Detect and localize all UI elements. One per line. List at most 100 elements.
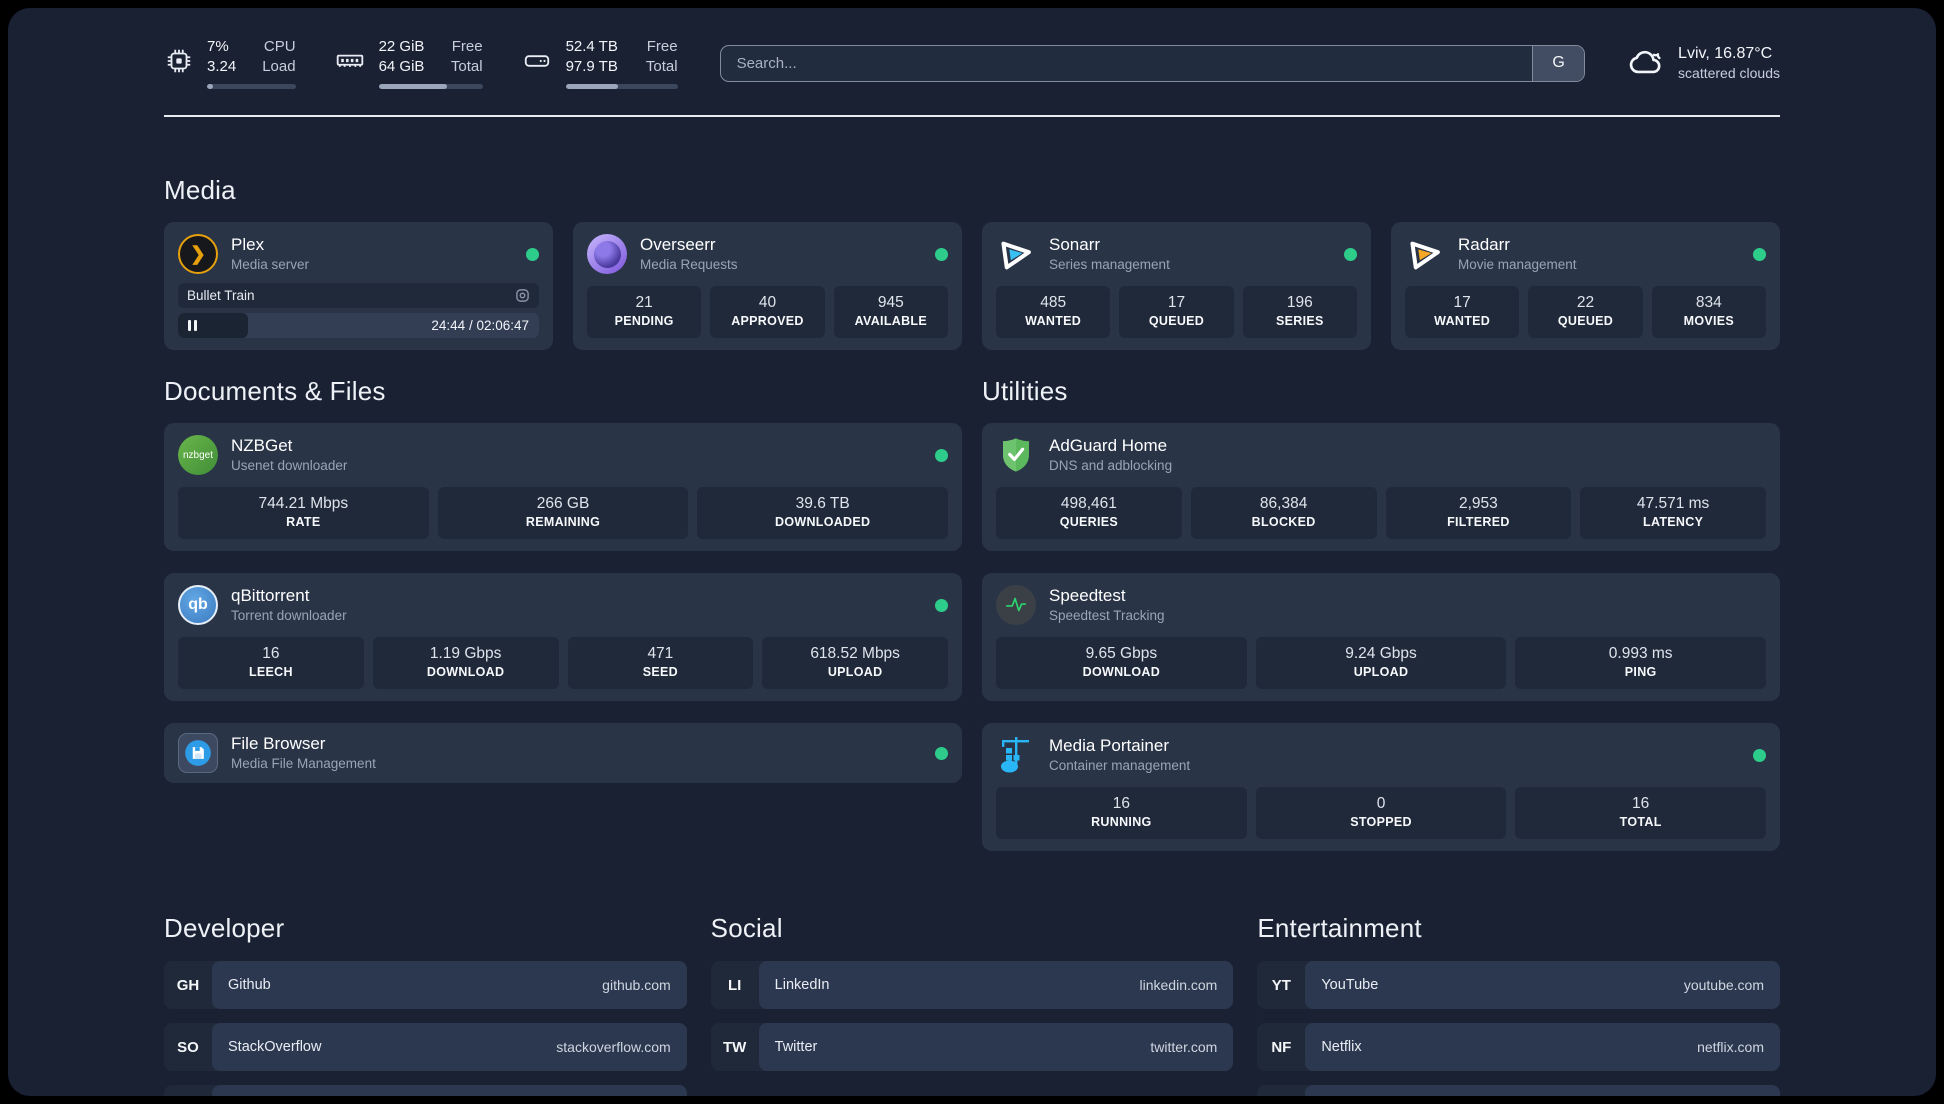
app-card-adguard[interactable]: AdGuard Home DNS and adblocking 498,461 … (982, 423, 1780, 551)
storage-total-label: Total (645, 58, 678, 75)
stat-tile: 9.24 Gbps UPLOAD (1255, 637, 1507, 689)
app-name: Sonarr (1049, 235, 1101, 254)
section-title-developer: Developer (164, 913, 285, 943)
app-name: Radarr (1458, 235, 1510, 254)
memory-progress-bar (378, 84, 483, 89)
stat-tile: 47.571 ms LATENCY (1580, 487, 1766, 539)
app-name: Media Portainer (1049, 736, 1170, 755)
storage-free-value: 52.4 TB (565, 38, 618, 55)
stat-tile: 471 SEED (567, 637, 754, 689)
radarr-icon (1405, 234, 1445, 274)
stat-tile: 618.52 Mbps UPLOAD (762, 637, 948, 689)
status-online-dot (935, 247, 948, 261)
search-bar: G (719, 44, 1586, 82)
memory-total-label: Total (450, 58, 483, 75)
stat-tile: 86,384 BLOCKED (1190, 487, 1377, 539)
stream-session-icon[interactable] (515, 288, 530, 303)
disk-icon (521, 46, 553, 81)
bookmark-name: LinkedIn (774, 977, 830, 993)
app-name: File Browser (231, 734, 326, 753)
stat-tile: 2,953 FILTERED (1385, 487, 1572, 539)
section-title-utilities: Utilities (982, 376, 1068, 406)
stat-tile: 498,461 QUERIES (996, 487, 1182, 539)
bookmark-netflix[interactable]: NF Netflix netflix.com (1257, 1023, 1780, 1071)
app-name: qBittorrent (231, 586, 310, 605)
portainer-icon (996, 735, 1036, 775)
system-metrics: 7% 3.24 CPU Load 22 GiB 64 GiB Free Tota… (164, 37, 678, 89)
stat-tile: 9.65 Gbps DOWNLOAD (996, 637, 1247, 689)
app-card-sonarr[interactable]: Sonarr Series management 485 WANTED 17 Q… (982, 222, 1371, 350)
bookmark-twitter[interactable]: TW Twitter twitter.com (710, 1023, 1234, 1071)
stat-tile: 0 STOPPED (1255, 787, 1507, 839)
section-documents: Documents & Files nzbget NZBGet Usenet d… (164, 376, 962, 783)
search-input[interactable] (720, 45, 1533, 81)
app-card-nzbget[interactable]: nzbget NZBGet Usenet downloader 744.21 M… (164, 423, 962, 551)
bookmark-dev[interactable]: DT DEV dev.to (164, 1085, 687, 1096)
pause-icon[interactable] (178, 320, 207, 331)
section-title-entertainment: Entertainment (1257, 913, 1422, 943)
memory-free-value: 22 GiB (378, 38, 425, 55)
bookmark-linkedin[interactable]: LI LinkedIn linkedin.com (710, 961, 1234, 1009)
app-card-filebrowser[interactable]: File Browser Media File Management (164, 723, 962, 783)
bookmark-abbr: GH (176, 976, 200, 994)
search-engine-button[interactable]: G (1532, 45, 1585, 81)
bookmark-abbr: LI (727, 976, 742, 994)
section-developer: Developer GH Github github.com SO StackO… (164, 913, 687, 1096)
cpu-usage-value: 7% (207, 38, 229, 55)
status-online-dot (1753, 247, 1766, 261)
weather-location: Lviv, 16.87°C (1678, 45, 1773, 62)
bookmark-name: StackOverflow (228, 1039, 322, 1055)
bookmark-url: stackoverflow.com (556, 1039, 671, 1055)
status-online-dot (935, 746, 948, 760)
stat-tile: 39.6 TB DOWNLOADED (697, 487, 949, 539)
app-card-portainer[interactable]: Media Portainer Container management 16 … (982, 723, 1780, 851)
status-online-dot (1344, 247, 1357, 261)
stat-tile: 945 AVAILABLE (833, 286, 948, 338)
bookmark-name: YouTube (1321, 977, 1379, 993)
cpu-load-value: 3.24 (207, 58, 237, 75)
app-description: Series management (1049, 257, 1170, 272)
status-online-dot (935, 448, 948, 462)
bookmark-github[interactable]: GH Github github.com (164, 961, 687, 1009)
top-bar: 7% 3.24 CPU Load 22 GiB 64 GiB Free Tota… (164, 37, 1780, 89)
app-description: Container management (1049, 758, 1191, 773)
cpu-usage-label: CPU (263, 38, 296, 55)
status-online-dot (526, 247, 539, 261)
filebrowser-icon (178, 733, 218, 773)
stream-time: 24:44 / 02:06:47 (431, 318, 529, 333)
bookmark-url: linkedin.com (1139, 977, 1218, 993)
app-card-qbittorrent[interactable]: qb qBittorrent Torrent downloader 16 LEE… (164, 573, 962, 701)
stat-tile: 485 WANTED (996, 286, 1111, 338)
stat-tile: 22 QUEUED (1528, 286, 1643, 338)
app-name: NZBGet (231, 436, 293, 455)
bookmark-abbr: YT (1271, 976, 1291, 994)
app-card-radarr[interactable]: Radarr Movie management 17 WANTED 22 QUE… (1391, 222, 1780, 350)
stat-tile: 0.993 ms PING (1515, 637, 1767, 689)
weather-condition: scattered clouds (1678, 65, 1780, 81)
stat-tile: 1.19 Gbps DOWNLOAD (372, 637, 559, 689)
bookmark-reddit[interactable]: RE Reddit reddit.com (1257, 1085, 1780, 1096)
bookmark-url: netflix.com (1697, 1039, 1764, 1055)
app-name: Speedtest (1049, 586, 1126, 605)
app-card-speedtest[interactable]: Speedtest Speedtest Tracking 9.65 Gbps D… (982, 573, 1780, 701)
stat-tile: 266 GB REMAINING (437, 487, 689, 539)
sonarr-icon (996, 234, 1036, 274)
bookmark-stackoverflow[interactable]: SO StackOverflow stackoverflow.com (164, 1023, 687, 1071)
bookmark-url: twitter.com (1150, 1039, 1218, 1055)
storage-total-value: 97.9 TB (565, 58, 618, 75)
stream-progress-bar[interactable]: 24:44 / 02:06:47 (178, 313, 539, 338)
app-description: Speedtest Tracking (1049, 608, 1165, 623)
app-card-overseerr[interactable]: Overseerr Media Requests 21 PENDING 40 A… (573, 222, 962, 350)
stat-tile: 16 TOTAL (1515, 787, 1767, 839)
section-entertainment: Entertainment YT YouTube youtube.com NF … (1257, 913, 1780, 1096)
bookmark-youtube[interactable]: YT YouTube youtube.com (1257, 961, 1780, 1009)
stat-tile: 196 SERIES (1242, 286, 1357, 338)
storage-free-label: Free (646, 38, 678, 55)
memory-metric: 22 GiB 64 GiB Free Total (334, 37, 483, 89)
overseerr-icon (587, 234, 627, 274)
app-card-plex[interactable]: ❯ Plex Media server Bullet Train 24:44 /… (164, 222, 553, 350)
stat-tile: 17 QUEUED (1119, 286, 1234, 338)
cpu-load-label: Load (262, 58, 296, 75)
stat-tile: 40 APPROVED (710, 286, 825, 338)
stat-tile: 21 PENDING (587, 286, 702, 338)
